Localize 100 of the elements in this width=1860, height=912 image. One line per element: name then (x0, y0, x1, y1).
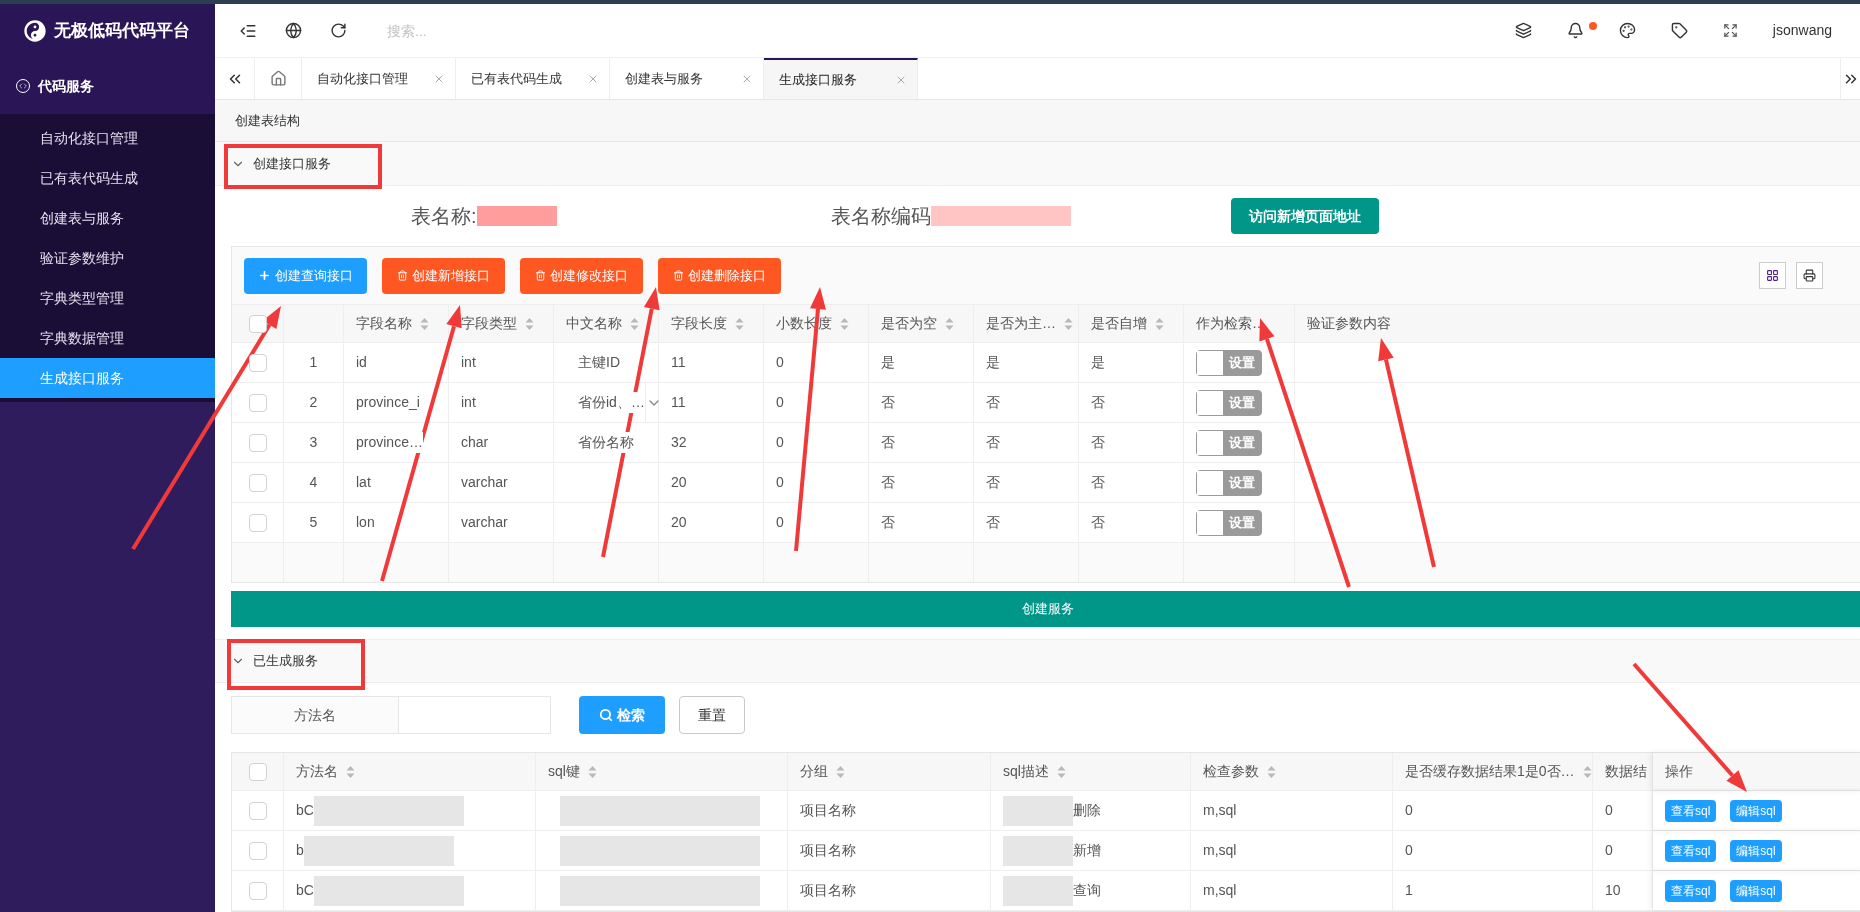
sort-icon[interactable] (525, 316, 534, 331)
section-title: 已生成服务 (253, 652, 318, 671)
section-header[interactable]: 创建接口服务 (215, 142, 1860, 186)
create-service-button[interactable]: 创建服务 (231, 591, 1860, 627)
table-cell-text: bC (296, 801, 314, 820)
sidebar-item[interactable]: 创建表与服务 (0, 198, 215, 238)
sort-icon[interactable] (836, 764, 845, 779)
column-header[interactable]: 是否自增 (1079, 305, 1184, 342)
fullscreen-icon[interactable] (1722, 23, 1738, 38)
table-cell: 省份id、… (578, 392, 645, 413)
table-cell: 项目名称 (788, 831, 991, 870)
tab-label: 自动化接口管理 (317, 69, 408, 88)
tab-label: 创建表与服务 (625, 69, 703, 88)
table-cell: 0 (1393, 831, 1593, 870)
checkbox[interactable] (248, 473, 267, 492)
column-header[interactable]: 字段长度 (659, 305, 764, 342)
sort-icon[interactable] (1155, 316, 1164, 331)
tab[interactable]: 已有表代码生成 (456, 58, 610, 99)
table-cell-text: bC (296, 881, 314, 900)
sort-icon[interactable] (1056, 764, 1066, 779)
row-number: 2 (284, 383, 344, 422)
column-header[interactable]: 检查参数 (1191, 753, 1393, 790)
sort-icon[interactable] (735, 316, 744, 331)
checkbox[interactable] (248, 841, 267, 860)
checkbox[interactable] (248, 762, 267, 781)
table-cell: province… (356, 432, 423, 453)
column-header[interactable]: 是否为主… (974, 305, 1079, 342)
bell-icon[interactable] (1566, 22, 1584, 39)
tab[interactable]: 生成接口服务 (764, 58, 918, 99)
table-cell: m,sql (1191, 831, 1393, 870)
table-cell: 1 (1393, 871, 1593, 910)
column-label: sql键 (548, 762, 580, 781)
sort-icon[interactable] (346, 764, 355, 779)
sidebar-item[interactable]: 字典数据管理 (0, 318, 215, 358)
sidebar-item[interactable]: 已有表代码生成 (0, 158, 215, 198)
trash-icon (673, 270, 684, 281)
sidebar-item[interactable]: 自动化接口管理 (0, 118, 215, 158)
column-header[interactable]: sql键 (536, 753, 788, 790)
trash-icon (397, 270, 408, 281)
column-label: 操作 (1665, 762, 1693, 781)
section-title: 创建接口服务 (253, 154, 331, 173)
sidebar-item[interactable]: 验证参数维护 (0, 238, 215, 278)
column-header[interactable]: 方法名 (284, 753, 536, 790)
column-header[interactable]: 是否为空 (869, 305, 974, 342)
column-header[interactable]: 分组 (788, 753, 991, 790)
column-header[interactable]: 是否缓存数据结果1是0否… (1393, 753, 1593, 790)
sort-icon[interactable] (420, 316, 429, 331)
row-number: 3 (284, 423, 344, 462)
column-label: 是否为空 (881, 314, 937, 333)
table-cell-text: 删除 (1073, 801, 1101, 820)
checkbox[interactable] (248, 513, 267, 532)
column-label: 字段长度 (671, 314, 727, 333)
checkbox[interactable] (248, 881, 267, 900)
sort-icon[interactable] (587, 764, 597, 779)
section-header[interactable]: 已生成服务 (215, 639, 1860, 683)
print-icon (1803, 269, 1816, 282)
layers-icon[interactable] (1514, 22, 1532, 39)
table-cell: 项目名称 (788, 791, 991, 830)
print-button[interactable] (1796, 262, 1823, 289)
sort-icon[interactable] (1582, 764, 1592, 779)
checkbox[interactable] (248, 353, 267, 372)
column-label: 作为检索… (1196, 314, 1266, 333)
sort-icon[interactable] (1064, 316, 1073, 331)
column-label: 字段类型 (461, 314, 517, 333)
table-code-label: 表名称编码 (831, 204, 931, 229)
username[interactable]: jsonwang (1772, 20, 1832, 41)
checkbox[interactable] (248, 314, 267, 333)
column-label: 中文名称 (566, 314, 622, 333)
checkbox[interactable] (248, 433, 267, 452)
menu-group-label: 代码服务 (38, 76, 94, 96)
breadcrumb: 创建表结构 (235, 111, 300, 130)
reset-button[interactable]: 重置 (679, 696, 745, 734)
sort-icon[interactable] (1267, 764, 1276, 779)
sidebar-item[interactable]: 字典类型管理 (0, 278, 215, 318)
refresh-icon[interactable] (330, 22, 347, 39)
tab[interactable]: 自动化接口管理 (302, 58, 456, 99)
sort-icon[interactable] (945, 316, 954, 331)
column-header[interactable]: 操作 (1653, 753, 1860, 790)
globe-icon[interactable] (285, 22, 302, 39)
palette-icon[interactable] (1618, 22, 1636, 39)
column-header[interactable]: sql描述 (991, 753, 1191, 790)
checkbox[interactable] (248, 801, 267, 820)
logo-icon (24, 20, 46, 42)
column-label: 分组 (800, 762, 828, 781)
sort-icon[interactable] (630, 316, 639, 331)
tab-label: 已有表代码生成 (471, 69, 562, 88)
columns-button[interactable] (1759, 262, 1786, 289)
column-label: 是否自增 (1091, 314, 1147, 333)
method-name-field[interactable] (399, 696, 551, 734)
table-cell-text: 新增 (1073, 841, 1101, 860)
sort-icon[interactable] (840, 316, 849, 331)
checkbox[interactable] (248, 393, 267, 412)
visit-page-button[interactable]: 访问新增页面地址 (1231, 198, 1379, 234)
column-label: 方法名 (296, 762, 338, 781)
column-label: 数据结 (1605, 762, 1647, 781)
tag-icon[interactable] (1670, 22, 1688, 39)
search-icon (599, 708, 613, 722)
menu-group[interactable]: 代码服务 (0, 58, 215, 114)
search-field[interactable]: 搜索... (387, 14, 687, 47)
row-number: 1 (284, 343, 344, 382)
